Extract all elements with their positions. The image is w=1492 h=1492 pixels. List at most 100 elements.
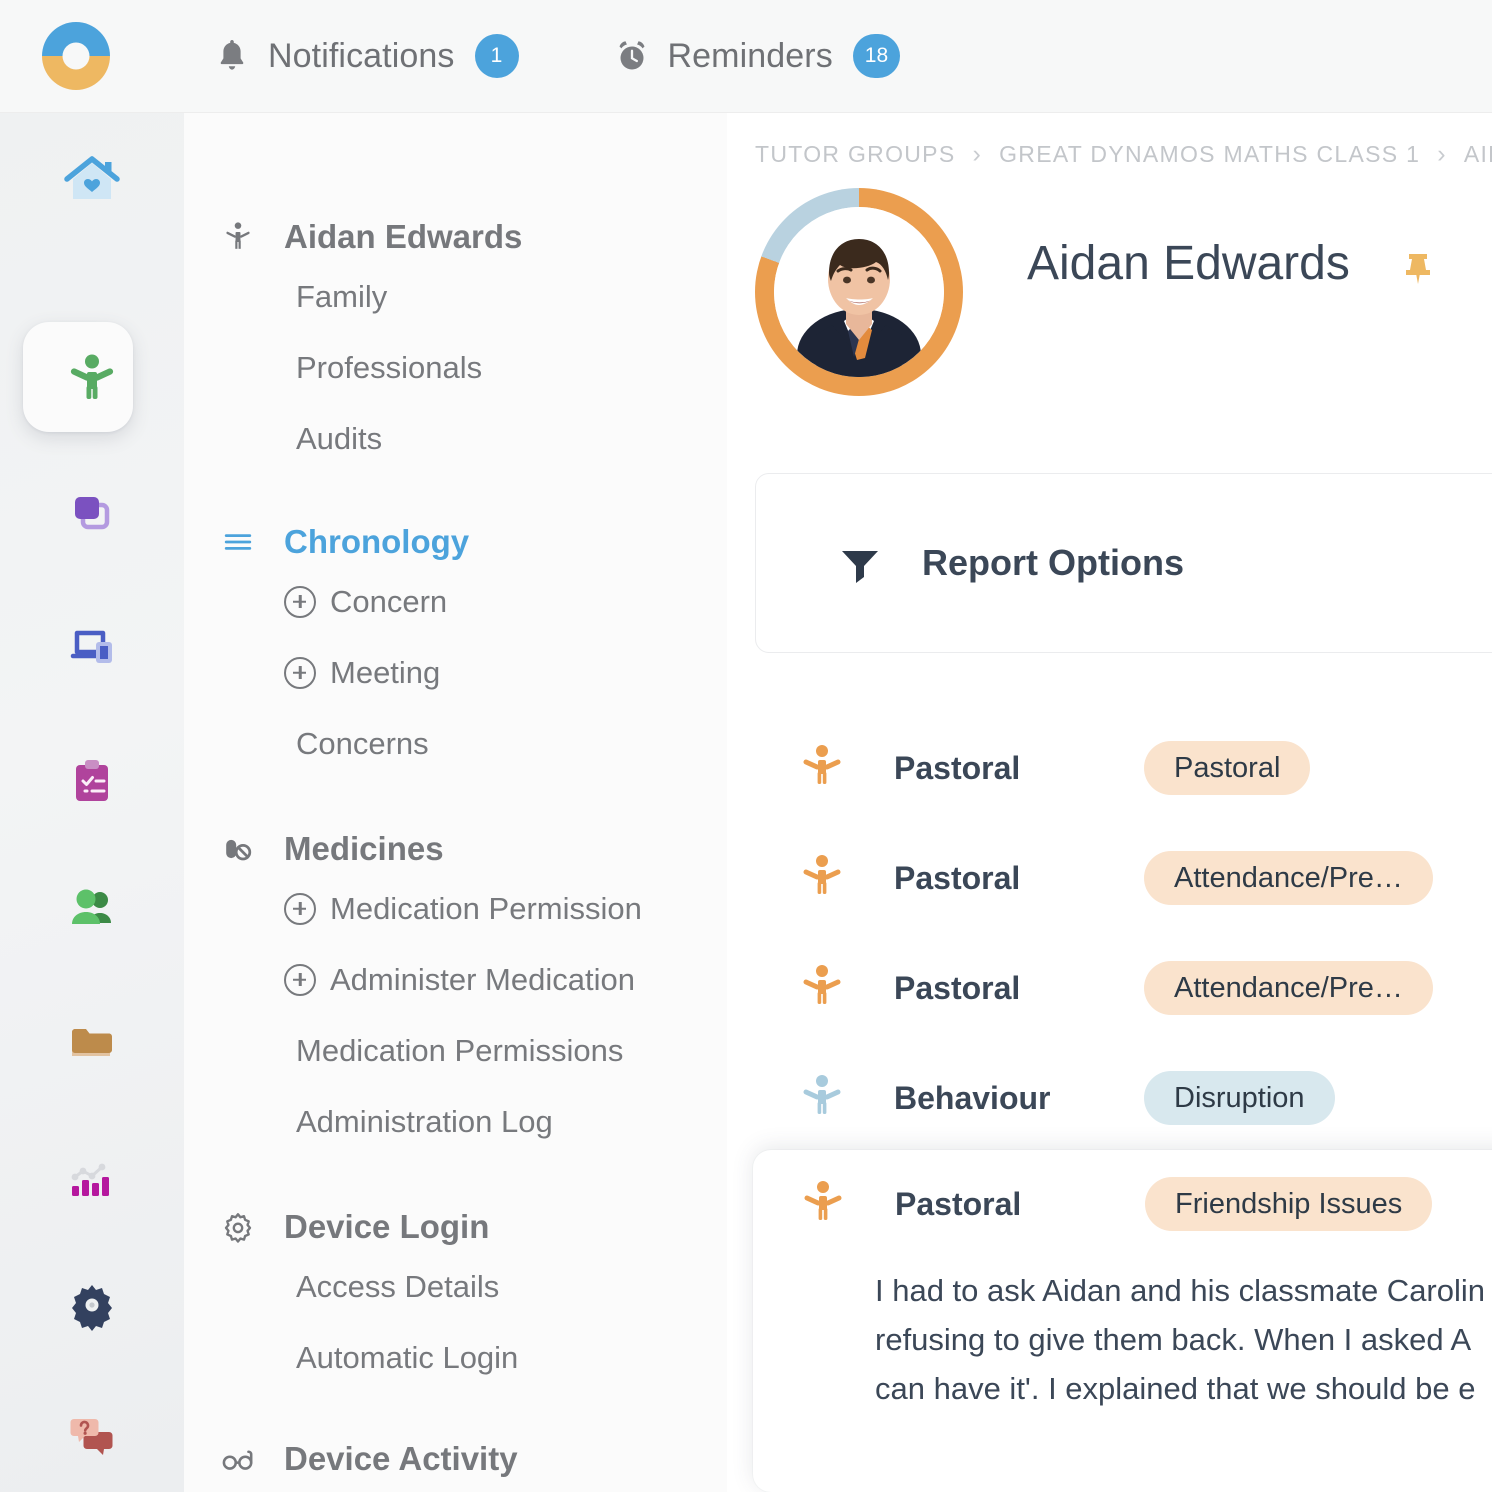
- nav-head-label: Aidan Edwards: [284, 218, 523, 255]
- nav-item-label: Administration Log: [296, 1103, 553, 1139]
- student-photo: [774, 207, 944, 377]
- list-item[interactable]: Behaviour Disruption: [727, 1043, 1492, 1153]
- pill-no-entry-icon: [216, 827, 260, 871]
- nav-item-add-meeting[interactable]: Meeting: [184, 637, 727, 708]
- chronology-entry-list: Pastoral Pastoral Pastoral Attendance/Pr…: [727, 713, 1492, 1153]
- status-badge: Attendance/Pre…: [1144, 851, 1433, 905]
- list-item[interactable]: Pastoral Pastoral: [727, 713, 1492, 823]
- home-heart-icon: [61, 149, 123, 211]
- list-item[interactable]: Pastoral Attendance/Pre…: [727, 823, 1492, 933]
- nav-item-automatic-login[interactable]: Automatic Login: [184, 1322, 727, 1393]
- expanded-entry-card[interactable]: Pastoral Friendship Issues I had to ask …: [753, 1150, 1492, 1492]
- breadcrumb-item-tutor-groups[interactable]: TUTOR GROUPS: [755, 141, 955, 168]
- nav-group-device-login: Device Login Access Details Automatic Lo…: [184, 1203, 727, 1393]
- child-icon: [802, 963, 842, 1013]
- reminders-button[interactable]: Reminders 18: [614, 26, 901, 86]
- nav-group-aidan-edwards: Aidan Edwards Family Professionals Audit…: [184, 213, 727, 474]
- profile-actions: [1395, 246, 1492, 292]
- plus-circle-icon: [284, 963, 316, 996]
- page-title: Aidan Edwards: [1027, 237, 1350, 290]
- entry-body-line: I had to ask Aidan and his classmate Car…: [875, 1273, 1486, 1308]
- nav-item-access-details[interactable]: Access Details: [184, 1251, 727, 1322]
- nav-item-label: Access Details: [296, 1268, 500, 1304]
- rail-item-devices[interactable]: [0, 592, 184, 702]
- nav-item-label: Concern: [330, 583, 448, 619]
- entry-type-label: Behaviour: [894, 1079, 1051, 1116]
- nav-item-add-administer-medication[interactable]: Administer Medication: [184, 944, 727, 1015]
- nav-head-chronology[interactable]: Chronology: [184, 518, 727, 566]
- nav-item-audits[interactable]: Audits: [184, 403, 727, 474]
- rail-item-pupils[interactable]: [0, 322, 184, 432]
- plus-circle-icon: [284, 585, 316, 618]
- child-icon: [802, 743, 842, 793]
- rail-item-files[interactable]: [0, 986, 184, 1096]
- rail-item-assessments[interactable]: [0, 726, 184, 836]
- secondary-nav-panel: Aidan Edwards Family Professionals Audit…: [184, 113, 727, 1492]
- status-badge: Pastoral: [1144, 741, 1311, 795]
- nav-head-medicines[interactable]: Medicines: [184, 825, 727, 873]
- nav-item-label: Medication Permissions: [296, 1032, 624, 1068]
- nav-item-administration-log[interactable]: Administration Log: [184, 1086, 727, 1157]
- nav-head-label: Device Activity: [284, 1440, 518, 1477]
- gear-icon: [61, 1274, 123, 1336]
- nav-item-label: Family: [296, 278, 388, 314]
- nav-head-device-activity[interactable]: Device Activity: [184, 1435, 727, 1483]
- nav-head-aidan-edwards[interactable]: Aidan Edwards: [184, 213, 727, 261]
- rail-item-reports[interactable]: [0, 1124, 184, 1234]
- bar-chart-icon: [61, 1148, 123, 1210]
- nav-head-label: Chronology: [284, 523, 470, 560]
- report-options-panel[interactable]: Report Options: [755, 473, 1492, 653]
- nav-head-device-login[interactable]: Device Login: [184, 1203, 727, 1251]
- overlapping-squares-icon: [61, 482, 123, 544]
- notifications-button[interactable]: Notifications 1: [214, 26, 519, 86]
- report-options-label: Report Options: [922, 542, 1184, 583]
- breadcrumb-item-class[interactable]: GREAT DYNAMOS MATHS CLASS 1: [999, 141, 1420, 168]
- app-root: Notifications 1 Reminders 18 Aidan Edwar…: [0, 0, 1492, 1492]
- nav-item-concerns[interactable]: Concerns: [184, 708, 727, 779]
- nav-item-label: Professionals: [296, 349, 483, 385]
- plus-circle-icon: [284, 892, 316, 925]
- child-icon: [61, 346, 123, 408]
- nav-item-label: Concerns: [296, 725, 429, 761]
- nav-item-add-concern[interactable]: Concern: [184, 566, 727, 637]
- notifications-label: Notifications: [268, 36, 455, 75]
- logo-hole: [62, 42, 90, 70]
- list-lines-icon: [216, 520, 260, 564]
- nav-item-label: Meeting: [330, 654, 441, 690]
- entry-type-label: Pastoral: [895, 1185, 1022, 1222]
- donut-logo[interactable]: [42, 22, 110, 90]
- entry-body-text: I had to ask Aidan and his classmate Car…: [875, 1266, 1492, 1413]
- rail-item-groups[interactable]: [0, 458, 184, 568]
- entry-type-label: Pastoral: [894, 969, 1021, 1006]
- nav-item-add-medication-permission[interactable]: Medication Permission: [184, 873, 727, 944]
- reminders-label: Reminders: [667, 36, 833, 75]
- chevron-right-icon: ›: [972, 140, 983, 168]
- chevron-right-icon: ›: [1437, 140, 1447, 168]
- avatar[interactable]: [755, 188, 963, 396]
- nav-item-professionals[interactable]: Professionals: [184, 332, 727, 403]
- entry-body-line: can have it'. I explained that we should…: [875, 1371, 1476, 1406]
- gear-icon: [216, 1205, 260, 1249]
- breadcrumb-item-pupil[interactable]: AIDAN EDWARDS: [1464, 141, 1492, 168]
- nav-item-label: Audits: [296, 420, 383, 456]
- list-item[interactable]: Pastoral Attendance/Pre…: [727, 933, 1492, 1043]
- rail-item-help[interactable]: [0, 1381, 184, 1491]
- nav-group-device-activity: Device Activity: [184, 1435, 727, 1483]
- notifications-badge: 1: [474, 34, 519, 78]
- nav-head-label: Medicines: [284, 830, 444, 867]
- profile-header: Aidan Edwards: [755, 188, 1492, 396]
- status-badge: Friendship Issues: [1145, 1177, 1433, 1231]
- bell-icon: [214, 37, 250, 75]
- rail-item-staff[interactable]: [0, 855, 184, 965]
- rail-item-settings[interactable]: [0, 1250, 184, 1360]
- status-badge: Disruption: [1144, 1071, 1335, 1125]
- rail-item-home[interactable]: [0, 125, 184, 235]
- entry-body-line: refusing to give them back. When I asked…: [875, 1322, 1472, 1357]
- plus-circle-icon: [284, 656, 316, 689]
- nav-item-family[interactable]: Family: [184, 261, 727, 332]
- top-bar: Notifications 1 Reminders 18: [0, 0, 1492, 113]
- filter-funnel-icon: [836, 543, 884, 583]
- nav-item-medication-permissions[interactable]: Medication Permissions: [184, 1015, 727, 1086]
- devices-icon: [61, 616, 123, 678]
- pin-icon[interactable]: [1395, 246, 1441, 292]
